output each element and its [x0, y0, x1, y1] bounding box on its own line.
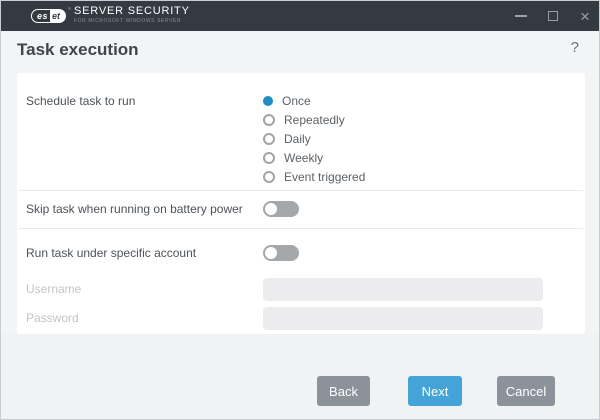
- radio-label: Weekly: [284, 151, 323, 165]
- close-icon: ×: [580, 8, 590, 25]
- radio-label: Once: [282, 94, 311, 108]
- schedule-label: Schedule task to run: [26, 94, 135, 108]
- section-divider: [19, 228, 583, 229]
- titlebar: es et ® SERVER SECURITY FOR MICROSOFT WI…: [1, 1, 600, 31]
- maximize-icon: [548, 11, 558, 21]
- product-title-block: SERVER SECURITY FOR MICROSOFT WINDOWS SE…: [74, 5, 190, 25]
- minimize-icon: [515, 15, 527, 17]
- radio-icon[interactable]: [263, 152, 275, 164]
- password-label: Password: [26, 311, 79, 325]
- specific-account-toggle[interactable]: [263, 245, 299, 261]
- product-name: SERVER SECURITY: [74, 5, 190, 18]
- close-button[interactable]: ×: [569, 1, 600, 31]
- toggle-knob-icon: [265, 203, 277, 215]
- cancel-button[interactable]: Cancel: [497, 376, 555, 406]
- radio-label: Event triggered: [284, 170, 365, 184]
- radio-icon[interactable]: [263, 114, 275, 126]
- registered-mark: ®: [68, 6, 71, 11]
- page-header: Task execution ?: [1, 31, 600, 73]
- radio-option-weekly[interactable]: Weekly: [263, 150, 323, 166]
- section-divider: [19, 190, 583, 191]
- back-button[interactable]: Back: [317, 376, 370, 406]
- radio-icon[interactable]: [263, 96, 273, 106]
- eset-logo: es et: [31, 9, 66, 23]
- help-icon[interactable]: ?: [571, 39, 579, 56]
- radio-icon[interactable]: [263, 133, 275, 145]
- username-label: Username: [26, 282, 81, 296]
- radio-option-daily[interactable]: Daily: [263, 131, 311, 147]
- radio-option-once[interactable]: Once: [263, 93, 311, 109]
- radio-label: Repeatedly: [284, 113, 345, 127]
- eset-task-execution-window: es et ® SERVER SECURITY FOR MICROSOFT WI…: [0, 0, 600, 420]
- radio-option-repeatedly[interactable]: Repeatedly: [263, 112, 345, 128]
- skip-battery-label: Skip task when running on battery power: [26, 202, 243, 216]
- minimize-button[interactable]: [505, 1, 537, 31]
- skip-battery-toggle[interactable]: [263, 201, 299, 217]
- page-title: Task execution: [17, 40, 139, 60]
- username-input[interactable]: [263, 278, 543, 301]
- product-subtitle: FOR MICROSOFT WINDOWS SERVER: [74, 18, 190, 25]
- radio-label: Daily: [284, 132, 311, 146]
- toggle-knob-icon: [265, 247, 277, 259]
- next-button[interactable]: Next: [408, 376, 462, 406]
- radio-icon[interactable]: [263, 171, 275, 183]
- footer: Back Next Cancel: [1, 334, 600, 420]
- window-controls: ×: [505, 1, 600, 31]
- eset-logo-left: es: [31, 9, 50, 23]
- maximize-button[interactable]: [537, 1, 569, 31]
- password-input[interactable]: [263, 307, 543, 330]
- radio-option-event-triggered[interactable]: Event triggered: [263, 169, 365, 185]
- specific-account-label: Run task under specific account: [26, 246, 196, 260]
- content-panel: Schedule task to run Once Repeatedly Dai…: [17, 73, 585, 334]
- eset-logo-right: et: [50, 9, 66, 23]
